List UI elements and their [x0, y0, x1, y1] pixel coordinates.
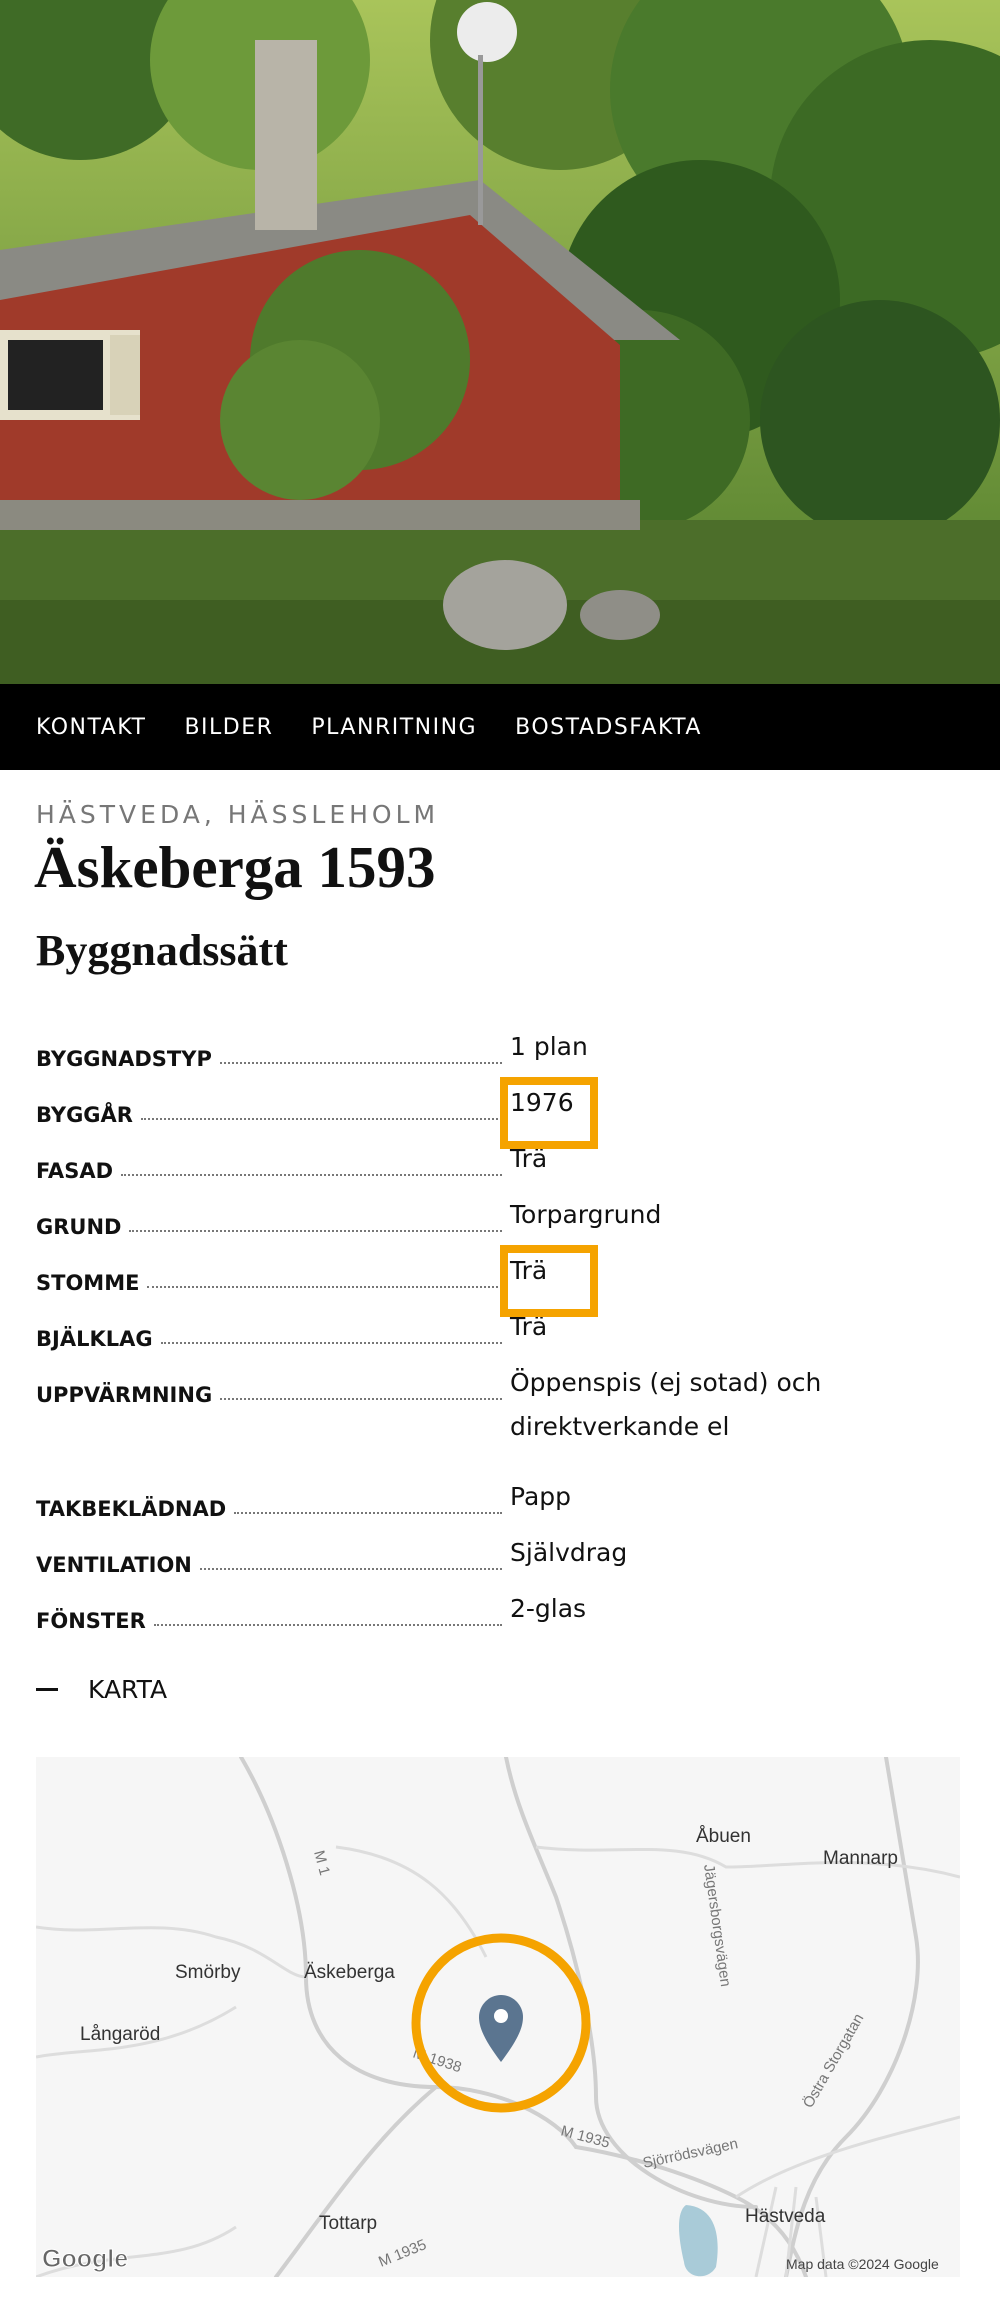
fact-row: FÖNSTER 2-glas: [36, 1594, 936, 1633]
fact-label: BYGGÅR: [36, 1103, 133, 1127]
fact-row: BYGGNADSTYP 1 plan: [36, 1032, 936, 1071]
top-nav: KONTAKT BILDER PLANRITNING BOSTADSFAKTA: [0, 684, 1000, 770]
nav-item-bilder[interactable]: BILDER: [184, 715, 273, 740]
highlight-box-stomme: [500, 1245, 598, 1317]
fact-label: GRUND: [36, 1215, 122, 1239]
dotted-leader: [160, 1342, 502, 1344]
fact-label: FASAD: [36, 1159, 113, 1183]
fact-label: VENTILATION: [36, 1553, 192, 1577]
nav-item-planritning[interactable]: PLANRITNING: [311, 715, 477, 740]
nav-item-kontakt[interactable]: KONTAKT: [36, 715, 146, 740]
map-attribution: Map data ©2024 Google: [786, 2256, 939, 2272]
page-title: Äskeberga 1593: [34, 834, 436, 900]
fact-row: TAKBEKLÄDNAD Papp: [36, 1482, 936, 1521]
google-logo: Google: [42, 2245, 128, 2273]
map-place-label: Smörby: [175, 1962, 241, 1983]
fact-label: BJÄLKLAG: [36, 1327, 153, 1351]
fact-label: TAKBEKLÄDNAD: [36, 1497, 227, 1521]
nav-item-bostadsfakta[interactable]: BOSTADSFAKTA: [515, 715, 702, 740]
dotted-leader: [153, 1624, 502, 1626]
fact-value: Torpargrund: [510, 1200, 662, 1229]
dotted-leader: [140, 1118, 502, 1120]
map-place-label: Långaröd: [80, 2024, 160, 2045]
section-title: Byggnadssätt: [36, 926, 288, 975]
map-place-label: Åbuen: [696, 1826, 751, 1847]
fact-row: VENTILATION Självdrag: [36, 1538, 936, 1577]
fact-value: Öppenspis (ej sotad) och direktverkande …: [510, 1368, 822, 1441]
fact-label: BYGGNADSTYP: [36, 1047, 212, 1071]
dotted-leader: [147, 1286, 502, 1288]
hero-image: [0, 0, 1000, 684]
fact-row: STOMME Trä: [36, 1256, 936, 1295]
fact-value: 2-glas: [510, 1594, 587, 1623]
dotted-leader: [219, 1062, 502, 1064]
dotted-leader: [220, 1398, 502, 1400]
fact-row: BJÄLKLAG Trä: [36, 1312, 936, 1351]
map-place-label: Tottarp: [319, 2213, 377, 2234]
fact-label: UPPVÄRMNING: [36, 1383, 213, 1407]
fact-row: GRUND Torpargrund: [36, 1200, 936, 1239]
map-place-label: Äskeberga: [304, 1962, 395, 1983]
map-toggle[interactable]: KARTA: [36, 1675, 167, 1704]
fact-value: 1 plan: [510, 1032, 588, 1061]
map-place-label: Hästveda: [745, 2206, 826, 2227]
location-label: HÄSTVEDA, HÄSSLEHOLM: [36, 800, 440, 829]
fact-label: FÖNSTER: [36, 1609, 146, 1633]
fact-value: Självdrag: [510, 1538, 628, 1567]
highlight-box-byggar: [500, 1077, 598, 1149]
dotted-leader: [199, 1568, 502, 1570]
fact-row: FASAD Trä: [36, 1144, 936, 1183]
map-toggle-label: KARTA: [88, 1675, 168, 1704]
map-place-label: Mannarp: [823, 1848, 898, 1869]
fact-row: BYGGÅR 1976: [36, 1088, 936, 1127]
fact-value: Papp: [510, 1482, 572, 1511]
map-view[interactable]: Åbuen Mannarp Smörby Äskeberga Långaröd …: [36, 1757, 960, 2277]
fact-label: STOMME: [36, 1271, 140, 1295]
minus-icon: [36, 1688, 58, 1691]
dotted-leader: [129, 1230, 502, 1232]
dotted-leader: [234, 1512, 502, 1514]
fact-row: UPPVÄRMNING Öppenspis (ej sotad) och dir…: [36, 1368, 936, 1449]
dotted-leader: [121, 1174, 502, 1176]
